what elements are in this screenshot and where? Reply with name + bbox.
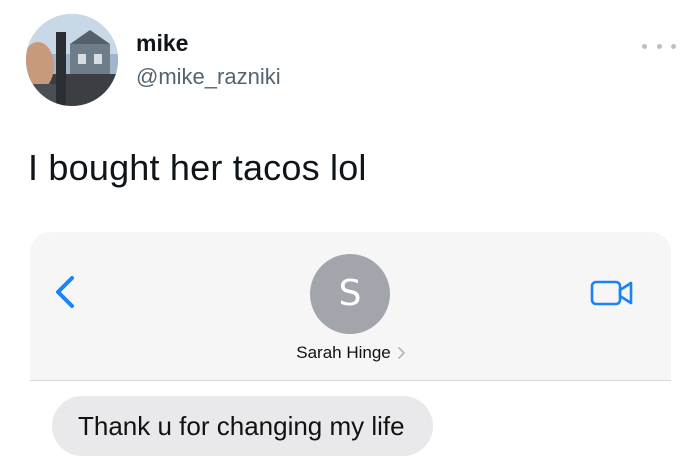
author-handle[interactable]: @mike_razniki <box>136 66 281 88</box>
more-dots-icon[interactable] <box>642 40 676 52</box>
dot <box>642 43 647 49</box>
imessage-screenshot[interactable]: S Sarah Hinge Thank u for changing my li… <box>30 232 671 473</box>
author-name[interactable]: mike <box>136 32 188 55</box>
avatar[interactable] <box>26 14 118 106</box>
tweet-header: mike @mike_razniki <box>26 14 676 110</box>
incoming-message-bubble[interactable]: Thank u for changing my life <box>52 396 433 456</box>
contact-name: Sarah Hinge <box>296 343 391 362</box>
dot <box>656 43 662 49</box>
chevron-left-icon <box>56 276 74 308</box>
contact-initial: S <box>338 273 362 314</box>
contact-name-button[interactable]: Sarah Hinge <box>30 344 671 361</box>
message-text: Thank u for changing my life <box>78 411 405 441</box>
back-button[interactable] <box>52 274 82 310</box>
chevron-right-icon <box>397 346 405 359</box>
facetime-video-button[interactable] <box>590 278 634 308</box>
tweet-text: I bought her tacos lol <box>28 147 367 188</box>
video-camera-icon <box>590 280 633 306</box>
tweet-page: mike @mike_razniki I bought her tacos lo… <box>0 0 700 473</box>
contact-avatar[interactable]: S <box>310 254 390 334</box>
avatar-photo <box>26 14 118 106</box>
conversation-header: S Sarah Hinge <box>30 232 671 381</box>
dot <box>671 43 676 49</box>
